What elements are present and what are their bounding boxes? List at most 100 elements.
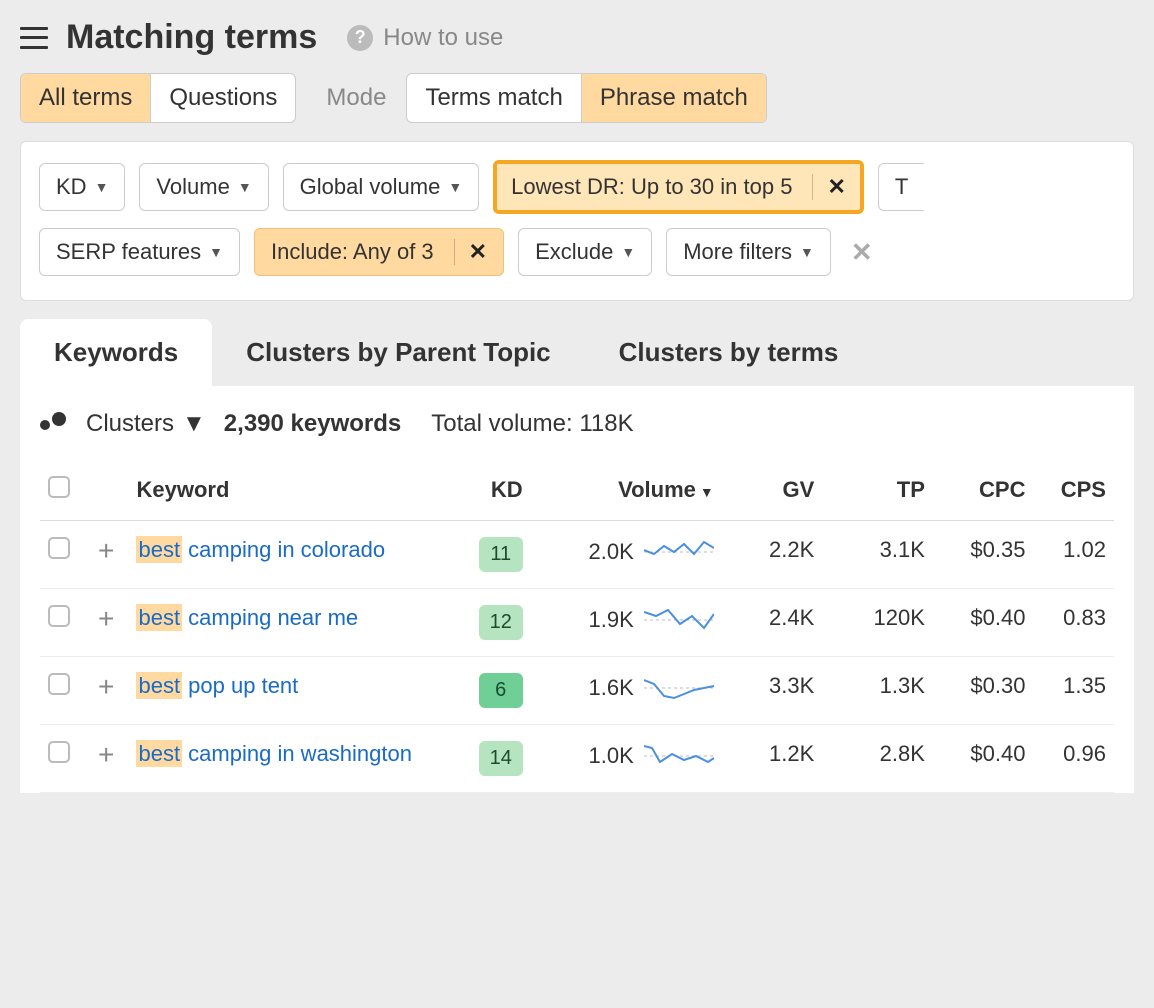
seg-terms-match[interactable]: Terms match xyxy=(407,74,581,122)
gv-value: 3.3K xyxy=(722,657,823,725)
gv-value: 2.4K xyxy=(722,589,823,657)
col-cps[interactable]: CPS xyxy=(1033,460,1114,521)
filter-serp-features[interactable]: SERP features▼ xyxy=(39,228,240,276)
row-checkbox[interactable] xyxy=(48,741,70,763)
volume-value: 1.9K xyxy=(589,607,634,633)
keyword-link[interactable]: best camping in colorado xyxy=(136,536,385,563)
caret-down-icon: ▼ xyxy=(209,244,223,260)
tab-clusters-terms[interactable]: Clusters by terms xyxy=(585,319,873,386)
tp-value: 2.8K xyxy=(822,725,933,793)
add-keyword-button[interactable]: + xyxy=(92,537,120,565)
seg-questions[interactable]: Questions xyxy=(151,74,295,122)
add-keyword-button[interactable]: + xyxy=(92,741,120,769)
filter-include[interactable]: Include: Any of 3 ✕ xyxy=(254,228,504,276)
caret-down-icon: ▼ xyxy=(95,179,109,195)
caret-down-icon: ▼ xyxy=(182,410,206,438)
col-kd[interactable]: KD xyxy=(450,460,530,521)
col-keyword[interactable]: Keyword xyxy=(128,460,450,521)
keyword-link[interactable]: best camping near me xyxy=(136,604,358,631)
keyword-highlight: best xyxy=(136,604,182,631)
cpc-value: $0.30 xyxy=(933,657,1034,725)
table-row: + best camping in washington 14 1.0K 1.2… xyxy=(40,725,1114,793)
how-to-use-link[interactable]: ? How to use xyxy=(347,24,503,52)
close-icon[interactable]: ✕ xyxy=(454,239,487,265)
filter-panel: KD▼ Volume▼ Global volume▼ Lowest DR: Up… xyxy=(20,141,1134,301)
clusters-dropdown[interactable]: Clusters▼ xyxy=(86,410,206,438)
filter-kd[interactable]: KD▼ xyxy=(39,163,125,211)
help-icon: ? xyxy=(347,25,373,51)
row-checkbox[interactable] xyxy=(48,605,70,627)
mode-label: Mode xyxy=(326,84,386,112)
sparkline-icon xyxy=(644,741,714,771)
kd-badge: 14 xyxy=(479,741,523,776)
keyword-link[interactable]: best camping in washington xyxy=(136,740,412,767)
keyword-link[interactable]: best pop up tent xyxy=(136,672,298,699)
cpc-value: $0.40 xyxy=(933,725,1034,793)
volume-value: 2.0K xyxy=(589,539,634,565)
filter-truncated[interactable]: T xyxy=(878,163,924,211)
cps-value: 0.83 xyxy=(1033,589,1114,657)
table-row: + best pop up tent 6 1.6K 3.3K 1.3K $0.3… xyxy=(40,657,1114,725)
keyword-highlight: best xyxy=(136,672,182,699)
cps-value: 1.35 xyxy=(1033,657,1114,725)
col-cpc[interactable]: CPC xyxy=(933,460,1034,521)
seg-all-terms[interactable]: All terms xyxy=(21,74,151,122)
col-tp[interactable]: TP xyxy=(822,460,933,521)
tab-clusters-parent[interactable]: Clusters by Parent Topic xyxy=(212,319,584,386)
cpc-value: $0.35 xyxy=(933,521,1034,589)
gv-value: 1.2K xyxy=(722,725,823,793)
tp-value: 3.1K xyxy=(822,521,933,589)
add-keyword-button[interactable]: + xyxy=(92,673,120,701)
volume-value: 1.6K xyxy=(589,675,634,701)
keyword-highlight: best xyxy=(136,536,182,563)
keyword-count: 2,390 keywords xyxy=(224,410,401,438)
mode-segment: Terms match Phrase match xyxy=(406,73,766,123)
clusters-icon xyxy=(40,412,68,436)
filter-include-label: Include: Any of 3 xyxy=(271,239,434,265)
row-checkbox[interactable] xyxy=(48,673,70,695)
sparkline-icon xyxy=(644,537,714,567)
seg-phrase-match[interactable]: Phrase match xyxy=(582,74,766,122)
close-icon[interactable]: ✕ xyxy=(812,174,845,200)
filter-global-volume[interactable]: Global volume▼ xyxy=(283,163,480,211)
clear-filters-icon[interactable]: ✕ xyxy=(851,237,873,268)
tab-keywords[interactable]: Keywords xyxy=(20,319,212,386)
help-label: How to use xyxy=(383,24,503,52)
page-title: Matching terms xyxy=(66,18,317,57)
caret-down-icon: ▼ xyxy=(621,244,635,260)
total-volume: Total volume: 118K xyxy=(431,410,633,438)
volume-value: 1.0K xyxy=(589,743,634,769)
keywords-table: Keyword KD Volume▼ GV TP CPC CPS + best … xyxy=(40,460,1114,793)
menu-icon[interactable] xyxy=(20,27,48,49)
table-row: + best camping near me 12 1.9K 2.4K 120K… xyxy=(40,589,1114,657)
keyword-highlight: best xyxy=(136,740,182,767)
cpc-value: $0.40 xyxy=(933,589,1034,657)
sort-desc-icon: ▼ xyxy=(700,484,714,500)
tp-value: 120K xyxy=(822,589,933,657)
tp-value: 1.3K xyxy=(822,657,933,725)
table-row: + best camping in colorado 11 2.0K 2.2K … xyxy=(40,521,1114,589)
col-volume[interactable]: Volume▼ xyxy=(531,460,722,521)
sparkline-icon xyxy=(644,673,714,703)
tabs: Keywords Clusters by Parent Topic Cluste… xyxy=(0,319,1154,386)
kd-badge: 11 xyxy=(479,537,523,572)
select-all-checkbox[interactable] xyxy=(48,476,70,498)
add-keyword-button[interactable]: + xyxy=(92,605,120,633)
col-gv[interactable]: GV xyxy=(722,460,823,521)
filter-lowest-dr[interactable]: Lowest DR: Up to 30 in top 5 ✕ xyxy=(493,160,864,214)
caret-down-icon: ▼ xyxy=(800,244,814,260)
filter-volume[interactable]: Volume▼ xyxy=(139,163,268,211)
cps-value: 0.96 xyxy=(1033,725,1114,793)
filter-more[interactable]: More filters▼ xyxy=(666,228,831,276)
sparkline-icon xyxy=(644,605,714,635)
row-checkbox[interactable] xyxy=(48,537,70,559)
terms-segment: All terms Questions xyxy=(20,73,296,123)
filter-exclude[interactable]: Exclude▼ xyxy=(518,228,652,276)
kd-badge: 12 xyxy=(479,605,523,640)
filter-lowest-dr-label: Lowest DR: Up to 30 in top 5 xyxy=(511,174,792,200)
cps-value: 1.02 xyxy=(1033,521,1114,589)
caret-down-icon: ▼ xyxy=(238,179,252,195)
caret-down-icon: ▼ xyxy=(448,179,462,195)
kd-badge: 6 xyxy=(479,673,523,708)
gv-value: 2.2K xyxy=(722,521,823,589)
